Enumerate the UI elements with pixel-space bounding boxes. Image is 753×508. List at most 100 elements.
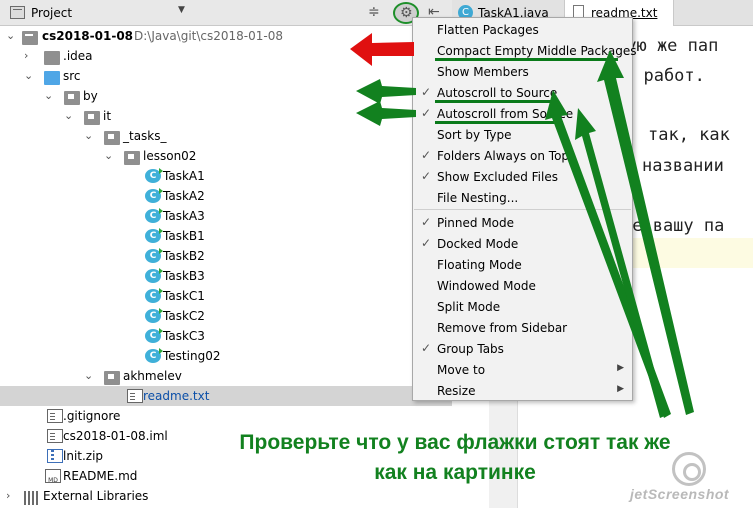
java-class-icon: C [145, 268, 163, 283]
tree-label: TaskC2 [163, 309, 205, 323]
module-folder-icon [22, 31, 38, 45]
collapse-all-icon[interactable]: ≑ [368, 4, 380, 20]
annotation-caption: Проверьте что у вас флажки стоят так же … [200, 428, 710, 488]
menu-item-label: Sort by Type [437, 128, 512, 142]
package-icon [104, 131, 120, 145]
editor-line: так, как [648, 125, 730, 145]
menu-item-move-to[interactable]: Move to ▶ [413, 359, 632, 380]
chevron-down-icon[interactable]: ⌄ [44, 89, 54, 102]
tree-row[interactable]: ⌄ by [0, 86, 452, 106]
tree-row[interactable]: ⌄ _tasks_ [0, 126, 452, 146]
tree-label: TaskB3 [163, 269, 205, 283]
java-class-icon: C [145, 228, 163, 243]
tree-row[interactable]: C TaskB2 [0, 246, 452, 266]
menu-item-label: Floating Mode [437, 258, 522, 272]
menu-item-floating-mode[interactable]: Floating Mode [413, 254, 632, 275]
menu-item-windowed-mode[interactable]: Windowed Mode [413, 275, 632, 296]
tree-label: akhmelev [123, 369, 182, 383]
tree-row[interactable]: C TaskA2 [0, 186, 452, 206]
chevron-down-icon[interactable]: ▼ [178, 5, 185, 15]
chevron-down-icon[interactable]: ⌄ [84, 369, 94, 382]
tree-label: lnit.zip [63, 449, 104, 463]
tree-label: it [103, 109, 112, 123]
tree-row[interactable]: C TaskC2 [0, 306, 452, 326]
tree-row[interactable]: .gitignore [0, 406, 452, 426]
project-panel-header: Project ▼ ≑ ⚙ ⇤ [0, 0, 452, 26]
chevron-right-icon[interactable]: › [24, 49, 34, 62]
menu-item-split-mode[interactable]: Split Mode [413, 296, 632, 317]
tree-row-selected[interactable]: readme.txt [0, 386, 452, 406]
chevron-down-icon[interactable]: ⌄ [64, 109, 74, 122]
menu-item-label: File Nesting... [437, 191, 519, 205]
project-options-menu[interactable]: Flatten Packages Compact Empty Middle Pa… [412, 17, 636, 401]
chevron-down-icon[interactable]: ⌄ [6, 29, 16, 42]
menu-item-flatten-packages[interactable]: Flatten Packages [413, 19, 632, 40]
check-icon: ✓ [421, 85, 432, 99]
menu-item-label: Autoscroll from Source [437, 107, 574, 121]
project-icon [10, 6, 25, 19]
tree-row[interactable]: C TaskA1 [0, 166, 452, 186]
menu-item-resize[interactable]: Resize ▶ [413, 380, 632, 401]
tree-label: Testing02 [163, 349, 221, 363]
tree-row[interactable]: › External Libraries [0, 486, 452, 506]
java-class-icon: C [145, 208, 163, 223]
chevron-down-icon[interactable]: ⌄ [104, 149, 114, 162]
tree-row[interactable]: C TaskC3 [0, 326, 452, 346]
chevron-right-icon[interactable]: › [6, 489, 16, 502]
tree-row[interactable]: › .idea [0, 46, 452, 66]
package-icon [64, 91, 80, 105]
tree-label: src [63, 69, 81, 83]
package-icon [104, 371, 120, 385]
editor-line: названии [642, 156, 724, 176]
tree-row[interactable]: C TaskA3 [0, 206, 452, 226]
menu-item-group-tabs[interactable]: ✓ Group Tabs [413, 338, 632, 359]
check-icon: ✓ [421, 236, 432, 250]
tree-label: _tasks_ [123, 129, 167, 143]
java-class-icon: C [145, 348, 163, 363]
gear-icon: ⚙ [400, 5, 413, 21]
chevron-down-icon[interactable]: ⌄ [24, 69, 34, 82]
menu-item-show-members[interactable]: Show Members [413, 61, 632, 82]
tree-label: lesson02 [143, 149, 197, 163]
tree-label: TaskA2 [163, 189, 205, 203]
project-panel-title[interactable]: Project [31, 6, 72, 20]
tree-label: .idea [63, 49, 93, 63]
tree-row[interactable]: ⌄ akhmelev [0, 366, 452, 386]
tree-row-root[interactable]: ⌄ cs2018-01-08 D:\Java\git\cs2018-01-08 [0, 26, 452, 46]
tree-label: TaskB1 [163, 229, 205, 243]
root-label: cs2018-01-08 [42, 29, 134, 43]
menu-item-label: Resize [437, 384, 476, 398]
tree-label: README.md [63, 469, 138, 483]
menu-item-label: Split Mode [437, 300, 501, 314]
menu-item-label: Flatten Packages [437, 23, 539, 37]
menu-item-remove-from-sidebar[interactable]: Remove from Sidebar [413, 317, 632, 338]
tree-row[interactable]: ⌄ lesson02 [0, 146, 452, 166]
menu-item-label: Windowed Mode [437, 279, 536, 293]
tree-row[interactable]: C TaskB3 [0, 266, 452, 286]
tree-label: by [83, 89, 98, 103]
menu-separator [414, 209, 631, 210]
tree-label: TaskC3 [163, 329, 205, 343]
tree-row[interactable]: ⌄ it [0, 106, 452, 126]
menu-item-docked-mode[interactable]: ✓ Docked Mode [413, 233, 632, 254]
menu-item-sort-by-type[interactable]: Sort by Type [413, 124, 632, 145]
menu-item-folders-always-on-top[interactable]: ✓ Folders Always on Top [413, 145, 632, 166]
chevron-down-icon[interactable]: ⌄ [84, 129, 94, 142]
menu-item-show-excluded-files[interactable]: ✓ Show Excluded Files [413, 166, 632, 187]
watermark-logo-icon [672, 452, 706, 486]
tree-label: .gitignore [63, 409, 121, 423]
editor-line: х работ. [623, 66, 705, 86]
menu-item-pinned-mode[interactable]: ✓ Pinned Mode [413, 212, 632, 233]
tree-row[interactable]: C Testing02 [0, 346, 452, 366]
tree-label: cs2018-01-08.iml [63, 429, 168, 443]
module-file-icon [47, 429, 63, 443]
tree-label: TaskC1 [163, 289, 205, 303]
tree-row[interactable]: C TaskB1 [0, 226, 452, 246]
root-path: D:\Java\git\cs2018-01-08 [134, 29, 284, 43]
menu-item-file-nesting[interactable]: File Nesting... [413, 187, 632, 208]
text-file-icon [127, 389, 143, 403]
tree-label: readme.txt [143, 389, 210, 403]
tree-row[interactable]: ⌄ src [0, 66, 452, 86]
tree-row[interactable]: C TaskC1 [0, 286, 452, 306]
tree-label: TaskA3 [163, 209, 205, 223]
